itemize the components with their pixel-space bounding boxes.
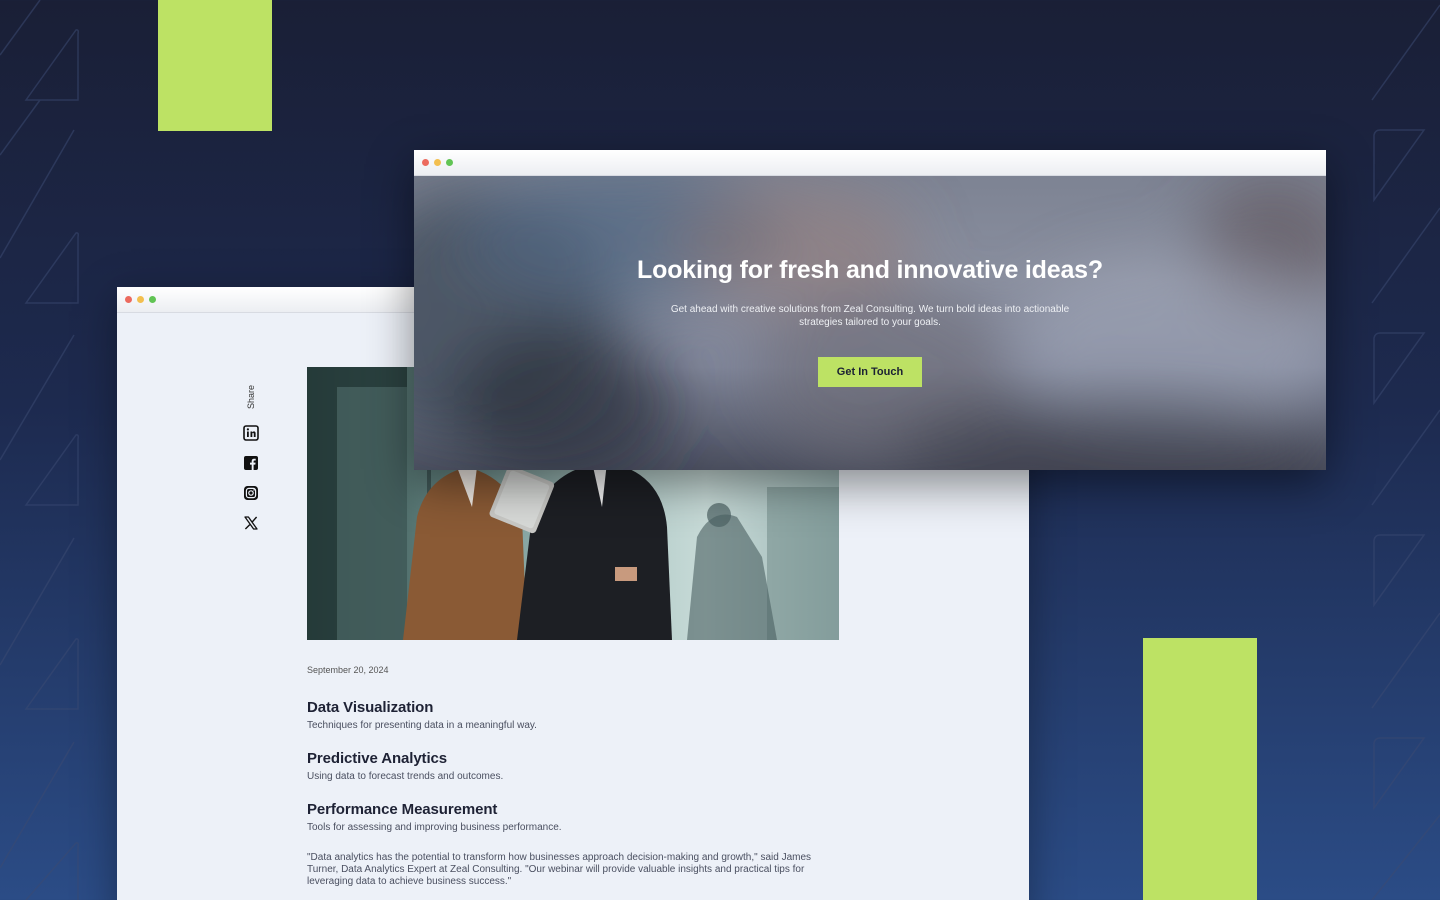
facebook-icon[interactable] — [243, 455, 259, 471]
linkedin-icon[interactable] — [243, 425, 259, 441]
minimize-window-dot[interactable] — [434, 159, 441, 166]
x-icon[interactable] — [243, 515, 259, 531]
close-window-dot[interactable] — [422, 159, 429, 166]
article-quote: "Data analytics has the potential to tra… — [307, 852, 812, 887]
cta-content: Looking for fresh and innovative ideas? … — [414, 176, 1326, 387]
topic-description: Techniques for presenting data in a mean… — [307, 720, 537, 731]
article-date: September 20, 2024 — [307, 665, 389, 675]
minimize-window-dot[interactable] — [137, 296, 144, 303]
cta-subtitle: Get ahead with creative solutions from Z… — [670, 304, 1070, 328]
cta-browser-window: Looking for fresh and innovative ideas? … — [414, 150, 1326, 470]
topic-title: Data Visualization — [307, 699, 434, 716]
window-titlebar — [414, 150, 1326, 176]
cta-hero-section: Looking for fresh and innovative ideas? … — [414, 176, 1326, 470]
topic-title: Performance Measurement — [307, 801, 498, 818]
accent-block-top — [158, 0, 272, 131]
topic-item: Data Visualization Techniques for presen… — [307, 699, 827, 731]
maximize-window-dot[interactable] — [446, 159, 453, 166]
topic-description: Using data to forecast trends and outcom… — [307, 771, 504, 782]
get-in-touch-button[interactable]: Get In Touch — [817, 357, 923, 387]
maximize-window-dot[interactable] — [149, 296, 156, 303]
topic-item: Performance Measurement Tools for assess… — [307, 801, 827, 833]
topic-description: Tools for assessing and improving busine… — [307, 822, 562, 833]
accent-block-bottom — [1143, 638, 1257, 900]
article-body: September 20, 2024 Data Visualization Te… — [307, 665, 827, 888]
share-bar: Share — [241, 379, 261, 545]
topic-item: Predictive Analytics Using data to forec… — [307, 750, 827, 782]
share-label: Share — [246, 384, 256, 409]
instagram-icon[interactable] — [243, 485, 259, 501]
cta-title: Looking for fresh and innovative ideas? — [637, 256, 1103, 284]
close-window-dot[interactable] — [125, 296, 132, 303]
topic-title: Predictive Analytics — [307, 750, 448, 767]
